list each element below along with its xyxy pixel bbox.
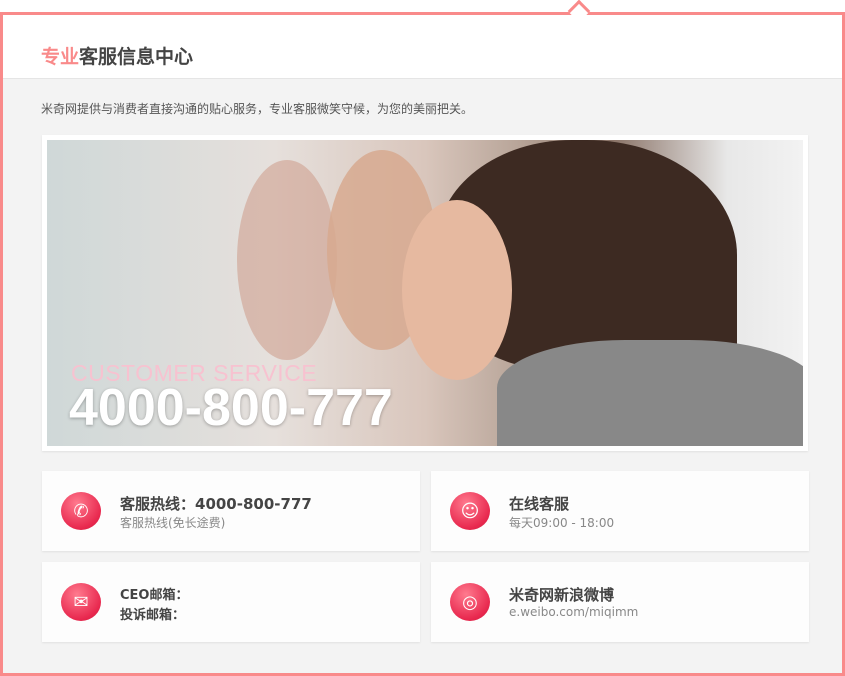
ceo-email-label: CEO邮箱： [120, 588, 189, 603]
service-panel: 专业客服信息中心 米奇网提供与消费者直接沟通的贴心服务，专业客服微笑守候，为您的… [0, 12, 845, 676]
title-rest: 客服信息中心 [79, 46, 194, 68]
banner: CUSTOMER SERVICE 4000-800-777 [42, 135, 808, 451]
page-title: 专业客服信息中心 [41, 42, 193, 69]
online-service-title[interactable]: 在线客服 [509, 493, 569, 514]
hotline-card: ✆ 客服热线：4000-800-777 客服热线(免长途费) [42, 471, 420, 551]
email-card: ✉ CEO邮箱： 投诉邮箱： [42, 562, 420, 642]
hotline-title: 客服热线：4000-800-777 [120, 495, 312, 513]
customer-service-photo: CUSTOMER SERVICE 4000-800-777 [47, 140, 803, 446]
online-service-card[interactable]: ☺ 在线客服 每天09:00 - 18:00 [431, 471, 809, 551]
phone-icon: ✆ [61, 492, 101, 530]
weibo-card[interactable]: ◎ 米奇网新浪微博 e.weibo.com/miqimm [431, 562, 809, 642]
smiley-icon: ☺ [450, 492, 490, 530]
intro-text: 米奇网提供与消费者直接沟通的贴心服务，专业客服微笑守候，为您的美丽把关。 [41, 102, 474, 116]
mail-icon: ✉ [61, 583, 101, 621]
title-highlight: 专业 [41, 46, 80, 68]
weibo-title[interactable]: 米奇网新浪微博 [509, 584, 614, 605]
banner-phone: 4000-800-777 [69, 379, 393, 437]
weibo-link[interactable]: e.weibo.com/miqimm [509, 605, 638, 619]
panel-header: 专业客服信息中心 [3, 15, 842, 79]
hotline-sub: 客服热线(免长途费) [120, 516, 226, 530]
complaint-email-label: 投诉邮箱： [120, 608, 186, 623]
online-service-hours: 每天09:00 - 18:00 [509, 516, 615, 530]
weibo-icon: ◎ [450, 583, 490, 621]
